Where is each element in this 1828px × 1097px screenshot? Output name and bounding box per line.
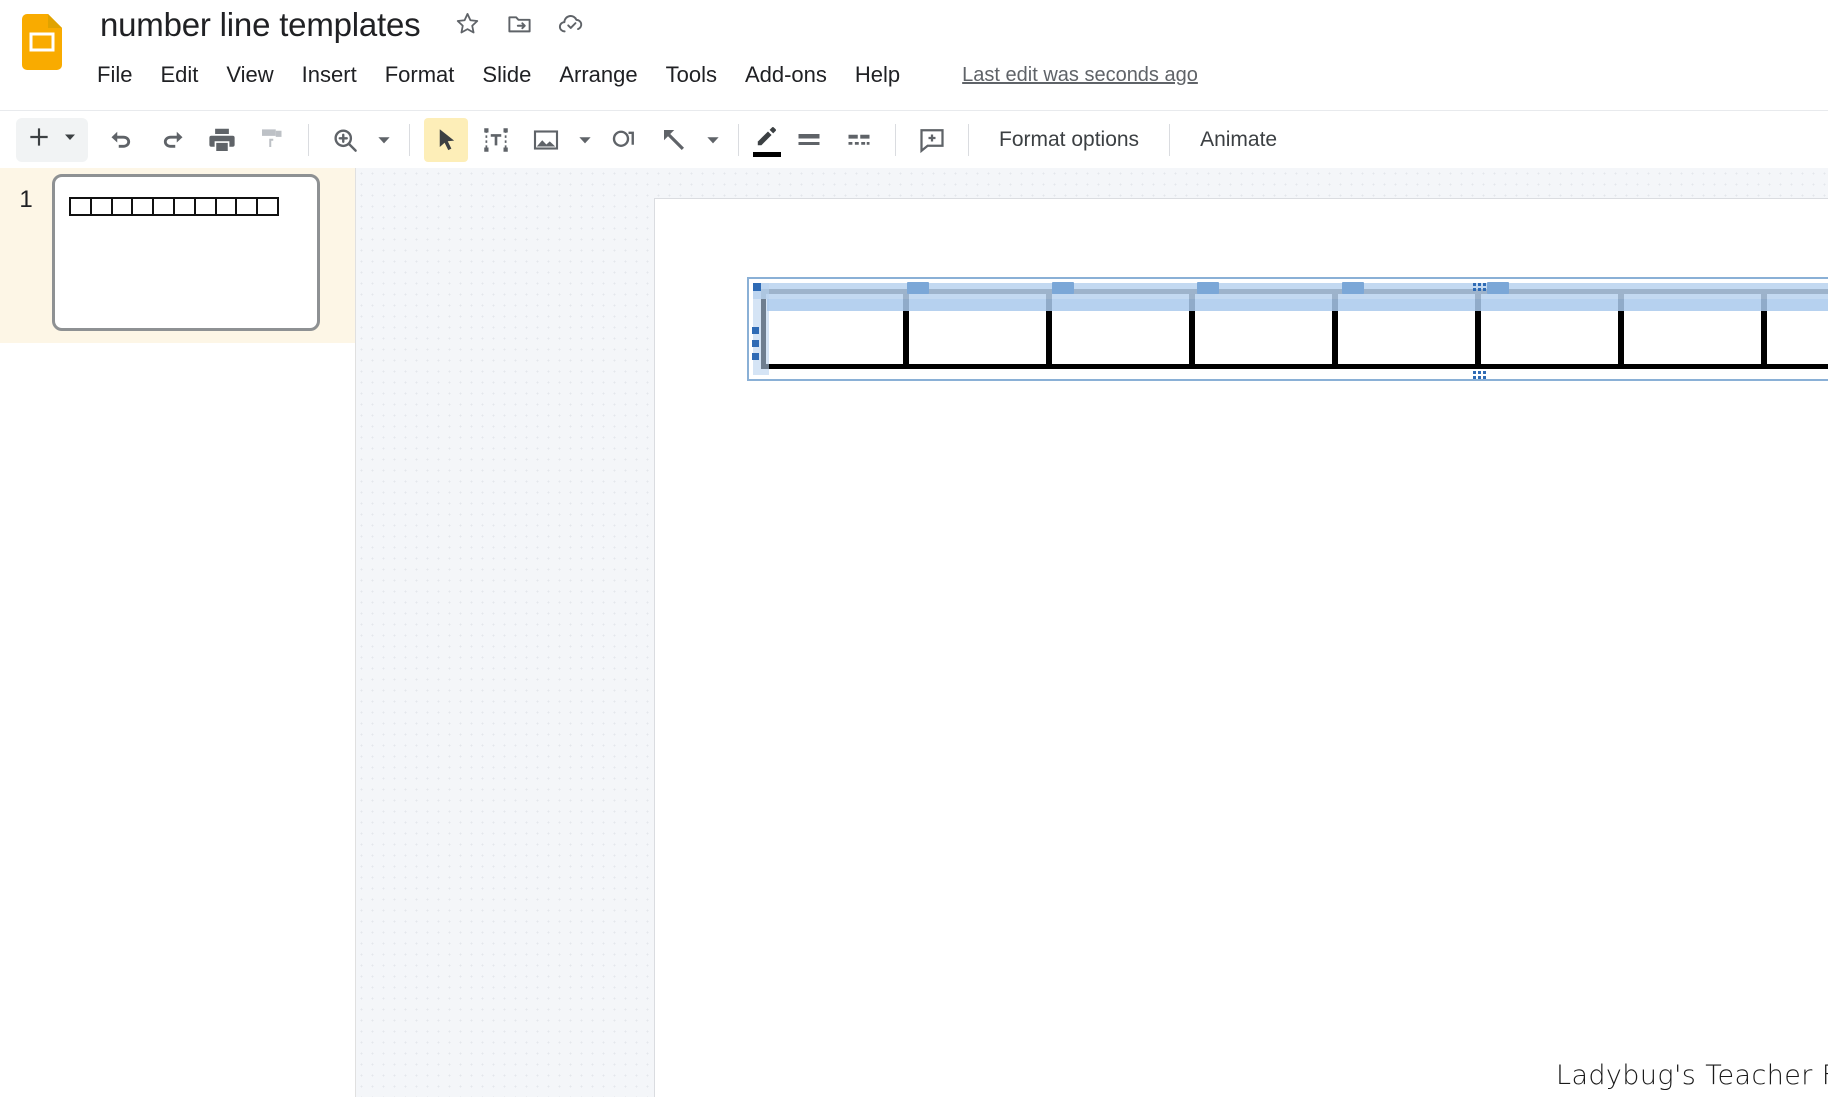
line-chevron-down-icon[interactable] — [702, 118, 724, 162]
table-inner-selection-strip — [767, 299, 1828, 311]
toolbar-divider — [968, 123, 969, 156]
menu-item-arrange[interactable]: Arrange — [545, 58, 651, 92]
print-icon[interactable] — [200, 118, 244, 162]
line-dash-icon[interactable] — [837, 118, 881, 162]
title-action-icons — [452, 8, 586, 38]
slide-canvas[interactable]: Ladybug's Teacher Files — [356, 168, 1828, 1097]
thumbnail-table-cell — [258, 199, 277, 214]
menu-item-view[interactable]: View — [212, 58, 287, 92]
undo-icon[interactable] — [100, 118, 144, 162]
thumbnail-table-cell — [92, 199, 113, 214]
thumbnail-table-cell — [133, 199, 155, 214]
pen-line-color-icon[interactable] — [753, 118, 781, 162]
selection-corner-handle[interactable] — [753, 283, 761, 291]
slide-footer-credit: Ladybug's Teacher Files — [1556, 1060, 1828, 1091]
thumbnail-table-cell — [196, 199, 217, 214]
slide-filmstrip[interactable]: 1 — [0, 168, 356, 1097]
menu-bar: File Edit View Insert Format Slide Arran… — [97, 58, 1198, 92]
toolbar-divider — [1169, 123, 1171, 156]
paint-format-icon[interactable] — [250, 118, 294, 162]
toolbar-zoom-group — [323, 118, 395, 162]
image-chevron-down-icon[interactable] — [574, 118, 596, 162]
select-cursor-icon[interactable] — [424, 117, 468, 162]
add-comment-icon[interactable] — [910, 118, 954, 162]
chevron-down-icon[interactable] — [62, 129, 78, 150]
line-weight-icon[interactable] — [787, 118, 831, 162]
format-options-button[interactable]: Format options — [983, 118, 1155, 162]
animate-button[interactable]: Animate — [1184, 118, 1293, 162]
work-area: 1 Ladybug's Teacher — [0, 168, 1828, 1097]
toolbar-history-group — [100, 118, 294, 162]
title-bar: number line templates File Edit View Ins… — [0, 0, 1828, 110]
google-slides-logo[interactable] — [22, 14, 62, 70]
menu-item-edit[interactable]: Edit — [146, 58, 212, 92]
toolbar-divider — [308, 123, 309, 156]
selection-grip-icon[interactable] — [1473, 371, 1486, 379]
toolbar-line-style-group — [753, 118, 881, 162]
slide-surface[interactable]: Ladybug's Teacher Files — [655, 199, 1828, 1097]
menu-item-file[interactable]: File — [97, 58, 146, 92]
menu-item-tools[interactable]: Tools — [652, 58, 731, 92]
column-resize-handle[interactable] — [907, 282, 929, 294]
toolbar-insert-group — [424, 117, 724, 162]
slide-thumbnail[interactable] — [52, 174, 320, 331]
thumbnail-table-cell — [175, 199, 196, 214]
thumbnail-table-cell — [113, 199, 134, 214]
column-resize-handle[interactable] — [1342, 282, 1364, 294]
star-icon[interactable] — [452, 8, 482, 38]
thumbnail-table-cell — [71, 199, 92, 214]
column-resize-handle[interactable] — [1197, 282, 1219, 294]
row-resize-dot[interactable] — [752, 340, 759, 347]
zoom-in-icon[interactable] — [323, 118, 367, 162]
shape-icon[interactable] — [602, 118, 646, 162]
menu-item-addons[interactable]: Add-ons — [731, 58, 841, 92]
row-resize-dot[interactable] — [752, 353, 759, 360]
cloud-check-icon[interactable] — [556, 8, 586, 38]
toolbar: Format options Animate — [0, 110, 1828, 168]
page-title[interactable]: number line templates — [100, 6, 421, 44]
row-resize-handles[interactable] — [752, 327, 759, 360]
menu-item-insert[interactable]: Insert — [288, 58, 371, 92]
slide-number: 1 — [19, 186, 33, 213]
thumbnail-table-cell — [217, 199, 238, 214]
row-resize-dot[interactable] — [752, 327, 759, 334]
toolbar-divider — [895, 123, 896, 156]
move-to-folder-icon[interactable] — [504, 8, 534, 38]
thumbnail-table-cell — [237, 199, 259, 214]
toolbar-divider — [738, 123, 739, 156]
filmstrip-slide-1[interactable]: 1 — [0, 168, 355, 343]
text-box-icon[interactable] — [474, 118, 518, 162]
zoom-chevron-down-icon[interactable] — [373, 118, 395, 162]
line-color-swatch — [753, 151, 781, 157]
column-resize-handle[interactable] — [1052, 282, 1074, 294]
last-edit-status[interactable]: Last edit was seconds ago — [962, 64, 1198, 87]
new-slide-button[interactable] — [16, 117, 88, 162]
menu-item-help[interactable]: Help — [841, 58, 914, 92]
thumbnail-number-line-table — [69, 197, 279, 216]
selection-grip-icon[interactable] — [1473, 283, 1486, 291]
line-icon[interactable] — [652, 118, 696, 162]
toolbar-divider — [409, 123, 410, 156]
redo-icon[interactable] — [150, 118, 194, 162]
plus-icon — [26, 124, 52, 155]
thumbnail-table-cell — [154, 199, 175, 214]
insert-image-icon[interactable] — [524, 118, 568, 162]
menu-item-slide[interactable]: Slide — [468, 58, 545, 92]
column-resize-handle[interactable] — [1487, 282, 1509, 294]
selected-table-object[interactable] — [747, 277, 1828, 381]
menu-item-format[interactable]: Format — [371, 58, 469, 92]
